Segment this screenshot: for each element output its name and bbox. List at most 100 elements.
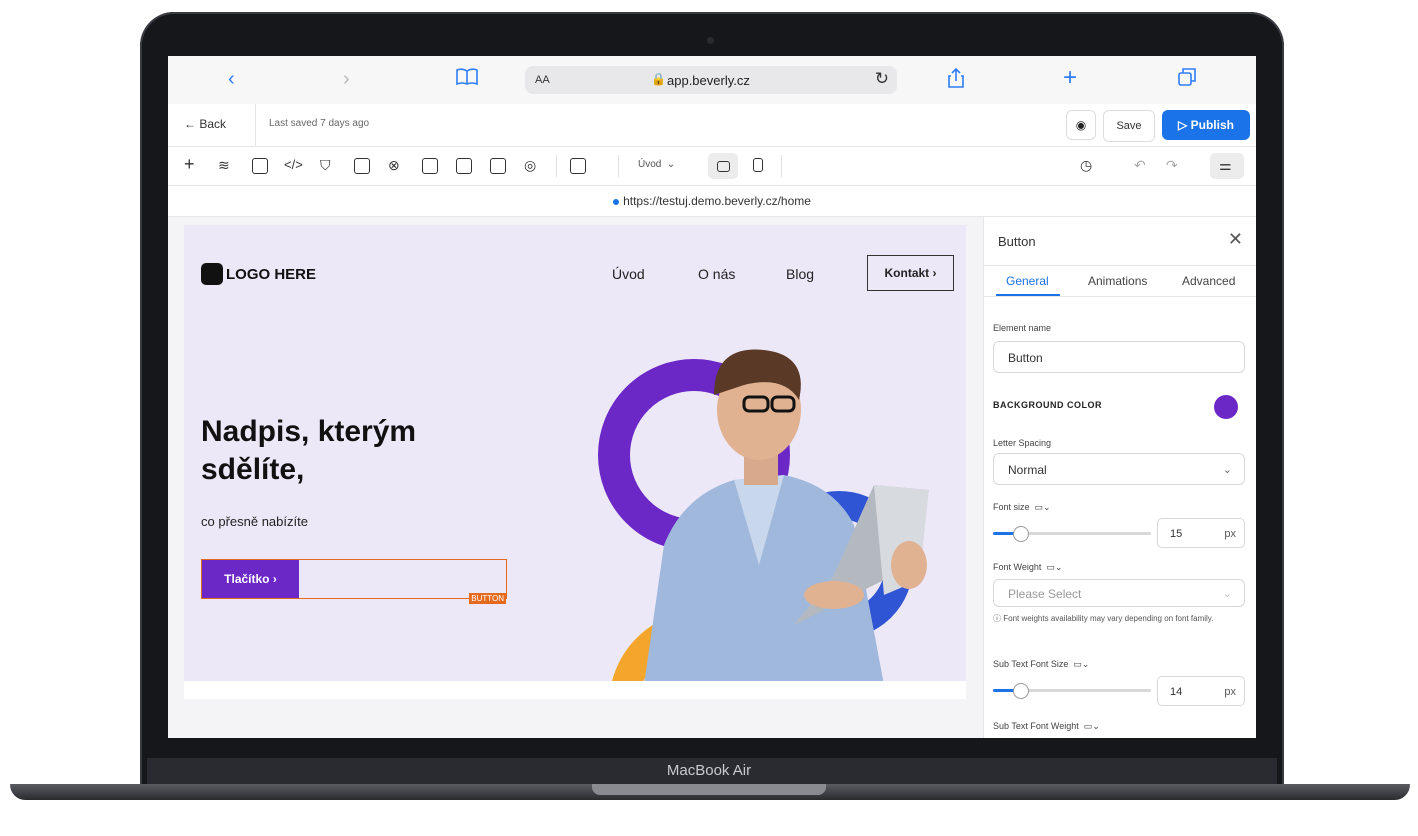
brush-icon[interactable]: ⛉ bbox=[320, 157, 331, 174]
preview-url-bar: https://testuj.demo.beverly.cz/home bbox=[168, 186, 1256, 217]
sliders-icon: ⚌ bbox=[1219, 157, 1232, 173]
panel-tabs: General Animations Advanced bbox=[984, 265, 1256, 297]
font-size-value: 15 bbox=[1170, 528, 1183, 540]
text-size-button[interactable]: AA bbox=[535, 74, 550, 86]
font-weight-label: Font Weight ▭⌄ bbox=[993, 562, 1062, 573]
publish-button[interactable]: ▷ Publish bbox=[1162, 110, 1250, 140]
text-icon[interactable] bbox=[354, 158, 370, 174]
selected-button-outline[interactable]: Tlačítko › BUTTON bbox=[201, 559, 507, 604]
slider-fill bbox=[993, 532, 1015, 535]
slider-knob[interactable] bbox=[1013, 683, 1029, 699]
letter-spacing-select[interactable]: Normal ⌄ bbox=[993, 453, 1245, 485]
active-tab-indicator bbox=[996, 294, 1060, 296]
screen: ‹ › AA 🔒 app.beverly.cz ↻ + ← Back Last … bbox=[168, 56, 1256, 738]
mobile-icon[interactable] bbox=[753, 158, 763, 172]
chevron-down-icon: ⌄ bbox=[1222, 464, 1232, 476]
font-size-input[interactable]: 15 px bbox=[1157, 518, 1245, 548]
selection-tag: BUTTON bbox=[469, 593, 506, 604]
terminal-icon[interactable] bbox=[490, 158, 506, 174]
desktop-icon: ▭⌄ bbox=[1034, 502, 1051, 512]
seo-icon[interactable] bbox=[456, 158, 472, 174]
element-name-label: Element name bbox=[993, 323, 1052, 333]
saved-status: Last saved 7 days ago bbox=[269, 118, 370, 129]
font-size-label-text: Font size bbox=[993, 502, 1030, 512]
history-icon[interactable]: ◷ bbox=[1080, 157, 1092, 174]
device-label: MacBook Air bbox=[666, 762, 752, 779]
status-dot bbox=[613, 198, 620, 205]
reload-icon[interactable]: ↻ bbox=[875, 69, 889, 89]
bg-color-label: BACKGROUND COLOR bbox=[993, 400, 1102, 410]
close-icon[interactable]: ✕ bbox=[1228, 229, 1243, 250]
font-weight-note: ⓘ Font weights availability may vary dep… bbox=[993, 614, 1214, 623]
bookmarks-icon[interactable] bbox=[456, 68, 478, 92]
sub-font-size-label: Sub Text Font Size ▭⌄ bbox=[993, 659, 1089, 670]
save-button[interactable]: Save bbox=[1103, 110, 1155, 142]
page-select[interactable]: Úvod ⌄ bbox=[638, 159, 675, 170]
undo-icon[interactable]: ↶ bbox=[1134, 157, 1146, 174]
tab-advanced[interactable]: Advanced bbox=[1182, 274, 1235, 288]
hero-section[interactable]: LOGO HERE Úvod O nás Blog Kontakt › Nadp… bbox=[184, 225, 966, 681]
slider-fill bbox=[993, 689, 1015, 692]
font-size-label: Font size ▭⌄ bbox=[993, 502, 1051, 513]
hero-image[interactable] bbox=[584, 265, 964, 681]
new-tab-icon[interactable]: + bbox=[1063, 64, 1077, 92]
camera bbox=[707, 37, 714, 44]
share-icon[interactable] bbox=[948, 67, 964, 94]
font-size-unit: px bbox=[1224, 528, 1236, 540]
publish-label: Publish bbox=[1190, 118, 1234, 132]
lock-icon: 🔒 bbox=[651, 72, 666, 86]
panel-title: Button bbox=[998, 234, 1036, 249]
forward-arrow-icon[interactable]: › bbox=[343, 68, 350, 91]
font-weight-placeholder: Please Select bbox=[1008, 587, 1082, 601]
section-icon[interactable] bbox=[422, 158, 438, 174]
back-arrow-icon[interactable]: ‹ bbox=[228, 68, 235, 91]
split-view-icon[interactable] bbox=[570, 158, 586, 174]
code-icon[interactable]: </> bbox=[284, 157, 303, 172]
back-button[interactable]: ← Back bbox=[184, 117, 226, 131]
preview-eye-icon[interactable]: ◉ bbox=[1066, 110, 1096, 140]
letter-spacing-value: Normal bbox=[1008, 463, 1047, 477]
sub-font-size-label-text: Sub Text Font Size bbox=[993, 659, 1069, 669]
editor-toolbar: + ≋ </> ⛉ ⊗ ◎ Úvod ⌄ ◷ ↶ ↷ ⚌ bbox=[168, 147, 1256, 186]
tab-animations[interactable]: Animations bbox=[1088, 274, 1147, 288]
logo-icon bbox=[201, 263, 223, 285]
desktop-icon bbox=[717, 161, 730, 172]
section-below bbox=[184, 681, 966, 699]
desktop-icon: ▭⌄ bbox=[1046, 562, 1063, 572]
divider bbox=[556, 155, 557, 177]
sub-font-size-value: 14 bbox=[1170, 686, 1183, 698]
components-icon[interactable]: ⊗ bbox=[388, 157, 400, 174]
font-weight-select[interactable]: Please Select ⌄ bbox=[993, 579, 1245, 607]
sub-font-weight-label: Sub Text Font Weight ▭⌄ bbox=[993, 721, 1100, 732]
cookie-icon[interactable]: ◎ bbox=[524, 157, 536, 174]
page-select-value: Úvod bbox=[638, 159, 662, 170]
site-logo[interactable]: LOGO HERE bbox=[201, 263, 316, 285]
letter-spacing-label: Letter Spacing bbox=[993, 438, 1052, 448]
hero-heading[interactable]: Nadpis, kterým sdělíte, bbox=[201, 413, 501, 489]
bg-color-swatch[interactable] bbox=[1214, 395, 1238, 419]
chevron-down-icon: ⌄ bbox=[1222, 588, 1232, 600]
sub-font-weight-label-text: Sub Text Font Weight bbox=[993, 721, 1079, 731]
slider-knob[interactable] bbox=[1013, 526, 1029, 542]
add-element-icon[interactable]: + bbox=[184, 154, 195, 175]
browser-bar: ‹ › AA 🔒 app.beverly.cz ↻ + bbox=[168, 56, 1256, 105]
address-host: app.beverly.cz bbox=[667, 73, 750, 88]
desktop-icon: ▭⌄ bbox=[1083, 721, 1100, 731]
layers-icon[interactable]: ≋ bbox=[218, 157, 230, 174]
preview-url: https://testuj.demo.beverly.cz/home bbox=[623, 194, 811, 208]
form-icon[interactable] bbox=[252, 158, 268, 174]
cta-button[interactable]: Tlačítko › bbox=[202, 560, 299, 598]
font-size-slider[interactable] bbox=[993, 526, 1151, 542]
element-name-input[interactable]: Button bbox=[993, 341, 1245, 373]
tab-general[interactable]: General bbox=[1006, 274, 1049, 288]
hero-subtitle[interactable]: co přesně nabízíte bbox=[201, 514, 308, 529]
editor-canvas: LOGO HERE Úvod O nás Blog Kontakt › Nadp… bbox=[168, 217, 983, 738]
tabs-overview-icon[interactable] bbox=[1178, 68, 1196, 92]
sub-font-size-slider[interactable] bbox=[993, 683, 1151, 699]
sub-font-size-input[interactable]: 14 px bbox=[1157, 676, 1245, 706]
font-weight-note-text: Font weights availability may vary depen… bbox=[1003, 614, 1214, 623]
redo-icon[interactable]: ↷ bbox=[1166, 157, 1178, 174]
address-bar[interactable]: AA 🔒 app.beverly.cz ↻ bbox=[525, 66, 897, 94]
divider bbox=[618, 155, 619, 177]
sub-font-size-unit: px bbox=[1224, 686, 1236, 698]
